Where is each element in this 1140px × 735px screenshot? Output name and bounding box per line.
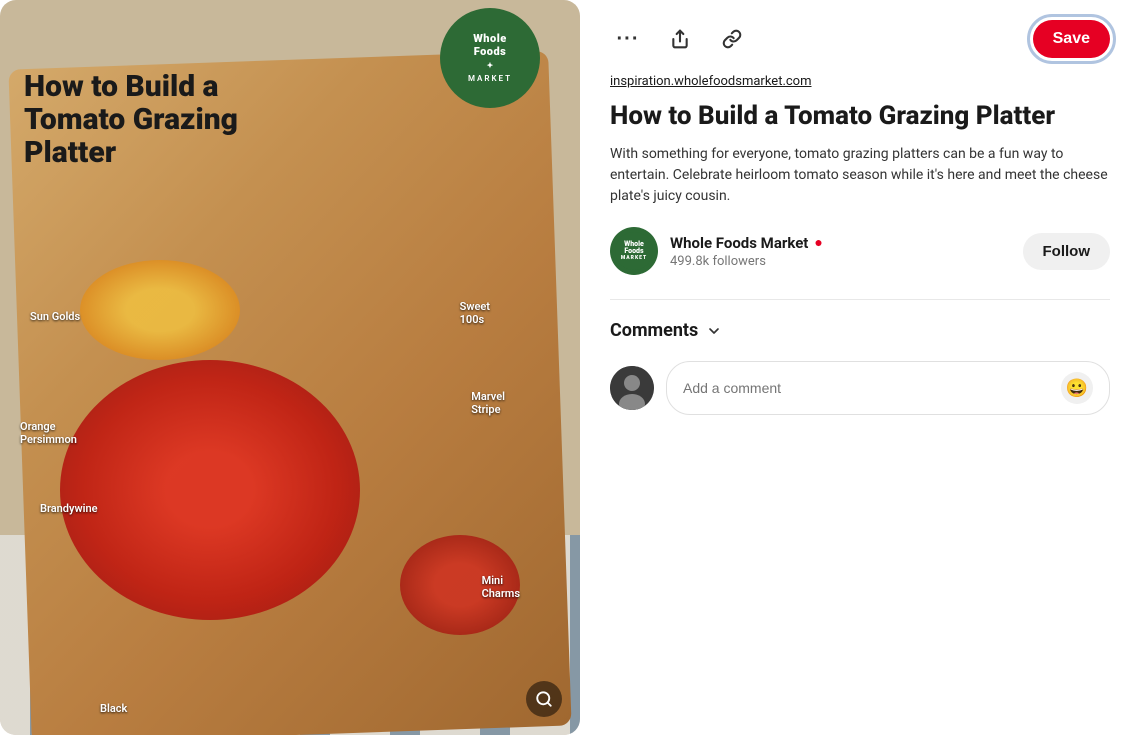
save-button[interactable]: Save xyxy=(1033,20,1110,58)
toolbar-left: ··· xyxy=(610,21,750,57)
link-icon xyxy=(722,29,742,49)
toolbar: ··· Save xyxy=(610,20,1110,58)
source-link[interactable]: inspiration.wholefoodsmarket.com xyxy=(610,74,1110,89)
label-sun-golds: Sun Golds xyxy=(30,310,80,323)
creator-name-row: Whole Foods Market ● xyxy=(670,234,1011,252)
share-icon xyxy=(670,29,690,49)
label-brandywine: Brandywine xyxy=(40,502,98,515)
creator-row: Whole Foods MARKET Whole Foods Market ● … xyxy=(610,227,1110,275)
label-black: Black xyxy=(100,702,127,715)
comment-input[interactable] xyxy=(683,380,1053,396)
pin-image-panel: Whole Foods ✦ MARKET How to Build a Toma… xyxy=(0,0,580,735)
more-options-button[interactable]: ··· xyxy=(610,21,646,57)
commenter-avatar xyxy=(610,366,654,410)
image-title: How to Build a Tomato Grazing Platter xyxy=(24,70,238,169)
comment-row: 😀 xyxy=(610,361,1110,415)
emoji-button[interactable]: 😀 xyxy=(1061,372,1093,404)
right-panel: ··· Save inspiration.wholefoodsmarket.co… xyxy=(580,0,1140,735)
follow-button[interactable]: Follow xyxy=(1023,233,1111,270)
comments-label: Comments xyxy=(610,320,698,341)
yellow-tomato xyxy=(80,260,240,360)
comment-input-wrapper: 😀 xyxy=(666,361,1110,415)
label-mini-charms: MiniCharms xyxy=(482,574,520,600)
label-orange-persimmon: OrangePersimmon xyxy=(20,420,77,446)
pin-title: How to Build a Tomato Grazing Platter xyxy=(610,101,1110,132)
verified-badge: ● xyxy=(814,234,822,251)
link-button[interactable] xyxy=(714,21,750,57)
share-button[interactable] xyxy=(662,21,698,57)
visual-search-icon[interactable] xyxy=(526,681,562,717)
creator-name[interactable]: Whole Foods Market xyxy=(670,234,808,252)
red-tomato-large xyxy=(60,360,360,620)
label-sweet-100s: Sweet100s xyxy=(460,300,490,326)
whole-foods-logo: Whole Foods ✦ MARKET xyxy=(440,8,540,108)
creator-followers: 499.8k followers xyxy=(670,254,1011,269)
more-icon: ··· xyxy=(617,28,640,51)
creator-info: Whole Foods Market ● 499.8k followers xyxy=(670,234,1011,269)
user-avatar-icon xyxy=(610,366,654,410)
emoji-icon: 😀 xyxy=(1066,378,1088,399)
creator-avatar[interactable]: Whole Foods MARKET xyxy=(610,227,658,275)
comments-header[interactable]: Comments xyxy=(610,320,1110,341)
divider xyxy=(610,299,1110,300)
chevron-down-icon xyxy=(706,323,722,339)
label-marvel-stripe: MarvelStripe xyxy=(471,390,505,416)
pin-description: With something for everyone, tomato graz… xyxy=(610,144,1110,207)
